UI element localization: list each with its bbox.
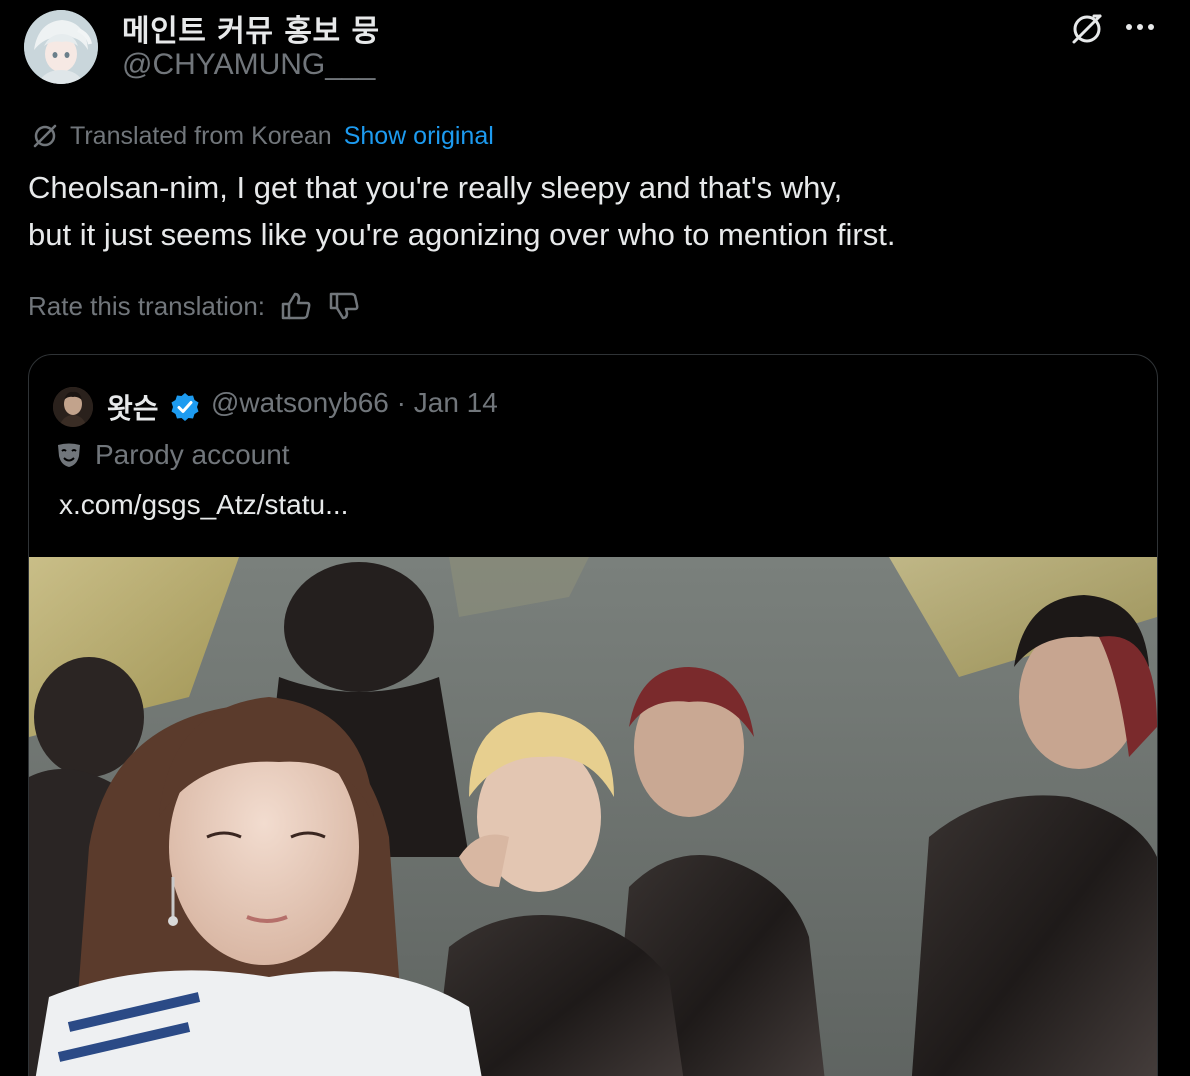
- rate-label: Rate this translation:: [28, 290, 266, 321]
- show-original-link[interactable]: Show original: [344, 122, 494, 151]
- quoted-handle-date[interactable]: @watsonyb66 · Jan 14: [211, 387, 498, 419]
- quoted-display-name[interactable]: 왓슨: [107, 387, 159, 427]
- quoted-author-avatar[interactable]: [53, 387, 93, 427]
- parody-label: Parody account: [95, 439, 290, 470]
- quoted-media-image[interactable]: [29, 557, 1157, 1076]
- author-handle[interactable]: @CHYAMUNG___: [122, 48, 375, 82]
- rate-translation: Rate this translation:: [28, 286, 361, 326]
- translate-small-icon: [33, 124, 57, 148]
- translated-from-label: Translated from Korean: [70, 121, 332, 150]
- verified-badge-icon: [171, 393, 199, 421]
- author-avatar[interactable]: [24, 10, 98, 84]
- thumbs-up-icon[interactable]: [279, 289, 313, 323]
- tweet-text-line: but it just seems like you're agonizing …: [28, 217, 896, 252]
- thumbs-down-icon[interactable]: [327, 289, 361, 323]
- translation-notice: Translated from Korean Show original: [30, 118, 494, 154]
- translate-icon[interactable]: [1068, 10, 1106, 48]
- tweet-text-line: Cheolsan-nim, I get that you're really s…: [28, 170, 843, 205]
- more-icon[interactable]: [1122, 12, 1158, 42]
- parody-account-label: Parody account: [55, 439, 290, 471]
- quoted-link[interactable]: x.com/gsgs_Atz/statu...: [59, 489, 348, 521]
- tweet-page: 메인트 커뮤 홍보 뭉 @CHYAMUNG___ Translated from…: [0, 0, 1190, 1076]
- quoted-tweet-card[interactable]: 왓슨 @watsonyb66 · Jan 14 Parody account x…: [28, 354, 1158, 1076]
- tweet-text: Cheolsan-nim, I get that you're really s…: [28, 164, 1148, 258]
- author-display-name[interactable]: 메인트 커뮤 홍보 뭉: [122, 6, 380, 50]
- parody-mask-icon: [58, 443, 80, 467]
